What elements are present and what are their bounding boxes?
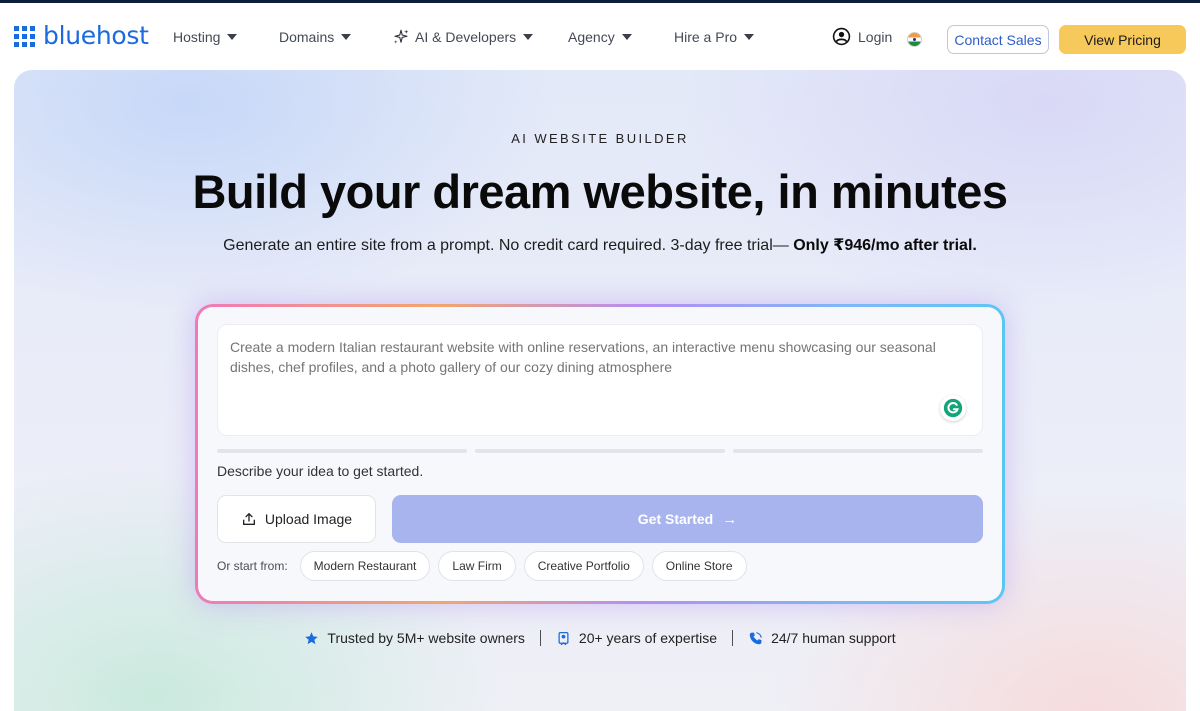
trust-item-owners: Trusted by 5M+ website owners	[304, 630, 525, 646]
nav-agency-label: Agency	[568, 29, 615, 45]
hero-subline: Generate an entire site from a prompt. N…	[14, 235, 1186, 255]
chevron-down-icon	[744, 34, 755, 40]
trust-item-expertise: 20+ years of expertise	[556, 630, 717, 646]
divider	[732, 630, 734, 646]
progress-segment	[217, 449, 467, 453]
upload-image-label: Upload Image	[264, 511, 353, 527]
builder-card: Describe your idea to get started. Uploa…	[198, 307, 1002, 601]
upload-icon	[242, 513, 255, 525]
nav-agency[interactable]: Agency	[568, 29, 632, 45]
subline-text: Generate an entire site from a prompt. N…	[223, 237, 794, 254]
get-started-label: Get Started	[637, 511, 714, 527]
chip-online-store[interactable]: Online Store	[651, 551, 747, 581]
subline-price: Only ₹946/mo after trial.	[793, 237, 977, 254]
prompt-hint: Describe your idea to get started.	[217, 463, 424, 479]
star-icon	[305, 631, 319, 644]
view-pricing-button[interactable]: View Pricing	[1059, 25, 1186, 54]
hero-section: AI WEBSITE BUILDER Build your dream webs…	[14, 70, 1186, 711]
prompt-box	[217, 324, 983, 436]
progress-segment	[475, 449, 725, 453]
india-flag-icon[interactable]	[907, 32, 922, 47]
contact-sales-button[interactable]: Contact Sales	[947, 25, 1049, 54]
nav-domains[interactable]: Domains	[279, 29, 352, 45]
nav-ai-developers[interactable]: AI & Developers	[392, 28, 534, 46]
chevron-down-icon	[227, 34, 238, 40]
nav-ai-developers-label: AI & Developers	[415, 29, 517, 45]
prompt-progress	[217, 449, 983, 453]
divider	[539, 630, 541, 646]
trust-item-support: 24/7 human support	[748, 630, 896, 646]
upload-image-button[interactable]: Upload Image	[217, 495, 376, 543]
nav-hosting[interactable]: Hosting	[173, 29, 238, 45]
grammarly-icon[interactable]	[940, 395, 966, 421]
hero-eyebrow: AI WEBSITE BUILDER	[511, 131, 689, 146]
chevron-down-icon	[621, 34, 632, 40]
prompt-input[interactable]	[230, 337, 940, 397]
trust-row: Trusted by 5M+ website owners 20+ years …	[14, 630, 1186, 646]
badge-icon	[558, 631, 569, 645]
trust-expertise-label: 20+ years of expertise	[578, 630, 718, 646]
login-label: Login	[858, 28, 893, 45]
chips-label: Or start from:	[217, 559, 288, 573]
trust-owners-label: Trusted by 5M+ website owners	[327, 630, 525, 646]
logo-text: bluehost	[43, 21, 149, 50]
login-link[interactable]: Login	[832, 27, 892, 46]
user-circle-icon	[832, 27, 851, 46]
arrow-right-icon: →	[722, 510, 738, 528]
nav-domains-label: Domains	[279, 29, 335, 45]
nav-hire-a-pro[interactable]: Hire a Pro	[674, 29, 755, 45]
chevron-down-icon	[523, 34, 534, 40]
trust-support-label: 24/7 human support	[771, 630, 896, 646]
starter-chips: Or start from: Modern Restaurant Law Fir…	[217, 551, 755, 581]
sparkle-icon	[393, 29, 409, 44]
progress-segment	[733, 449, 983, 453]
top-navigation: bluehost Hosting Domains AI & Developers…	[0, 3, 1200, 69]
chip-modern-restaurant[interactable]: Modern Restaurant	[299, 551, 431, 581]
nav-hosting-label: Hosting	[173, 29, 221, 45]
logo-grid-icon	[14, 25, 35, 47]
get-started-button[interactable]: Get Started →	[392, 495, 983, 543]
chevron-down-icon	[341, 34, 352, 40]
nav-hire-a-pro-label: Hire a Pro	[674, 29, 738, 45]
bluehost-logo[interactable]: bluehost	[14, 23, 149, 49]
page-title: Build your dream website, in minutes	[192, 165, 1008, 218]
chip-creative-portfolio[interactable]: Creative Portfolio	[523, 551, 644, 581]
chip-law-firm[interactable]: Law Firm	[438, 551, 516, 581]
phone-icon	[749, 631, 762, 644]
